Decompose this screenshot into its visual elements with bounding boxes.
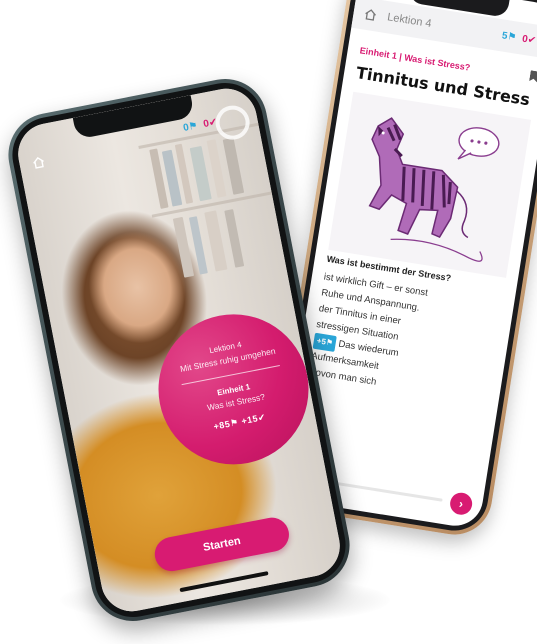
lesson-label: Lektion 4 <box>386 11 433 31</box>
lesson-body: ist wirklich Gift – er sonst Ruhe und An… <box>308 270 503 409</box>
marketing-stage: Lektion 4 5⚑ 0✔ • Einheit 1 | Was ist St… <box>0 0 537 644</box>
home-icon[interactable] <box>30 154 46 170</box>
lesson-content: Einheit 1 | Was ist Stress? Tinnitus und… <box>295 37 537 488</box>
zebra-illustration <box>328 91 532 278</box>
next-button[interactable]: › <box>448 491 474 517</box>
front-phone-screen: 0⚑ 0✔ Lektion 4 Mit Stress ruhig umgehen… <box>12 83 346 617</box>
front-phone: 0⚑ 0✔ Lektion 4 Mit Stress ruhig umgehen… <box>1 71 357 629</box>
book <box>222 137 245 195</box>
stat-flags: 5⚑ <box>501 29 518 44</box>
book <box>224 209 245 268</box>
stats-bar: 5⚑ 0✔ • <box>501 30 537 48</box>
stat-checks: 0✔ <box>521 33 537 47</box>
book <box>204 210 228 272</box>
home-icon[interactable] <box>363 6 379 22</box>
